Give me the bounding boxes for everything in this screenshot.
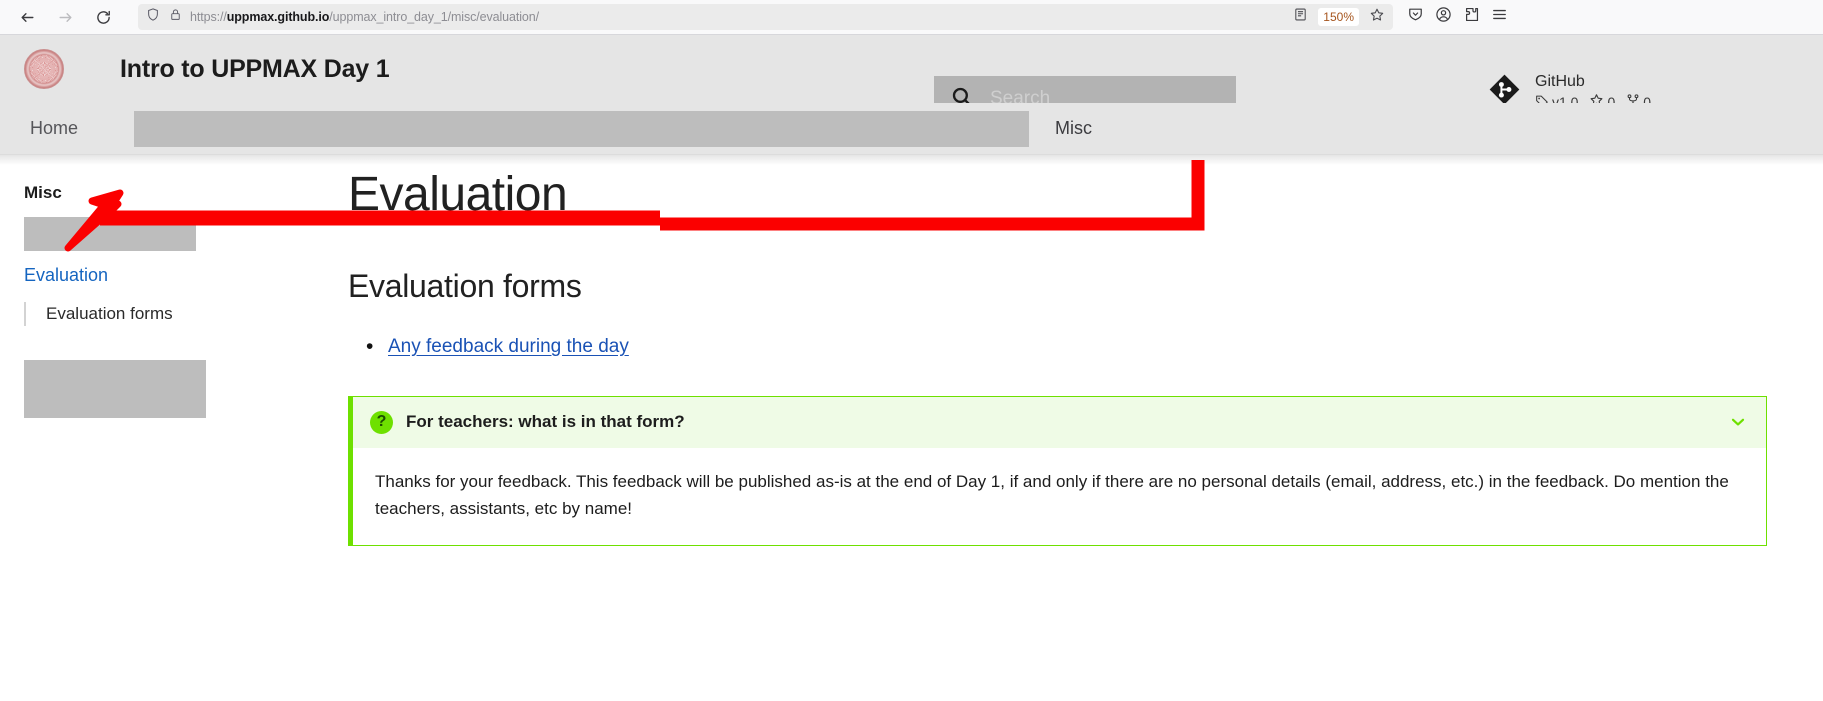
url-host: uppmax.github.io [226,10,330,24]
bookmark-star-icon[interactable] [1369,7,1385,28]
downloads-icon[interactable] [1407,6,1424,28]
evaluation-forms-list: Any feedback during the day [348,333,1783,362]
main-content: Evaluation Evaluation forms Any feedback… [348,155,1823,635]
question-mark-icon: ? [370,410,393,434]
shield-icon[interactable] [146,7,160,27]
reload-button[interactable] [86,2,120,32]
nav-item-misc[interactable]: Misc [1047,118,1100,139]
lock-icon[interactable] [169,7,182,27]
admonition-header[interactable]: ? For teachers: what is in that form? [353,396,1766,448]
repo-name: GitHub [1535,73,1585,90]
site-header: Intro to UPPMAX Day 1 Search GitHub v1.0 [0,35,1823,122]
sidebar-nav: Misc Evaluation Evaluation forms [0,155,348,635]
admonition-body: Thanks for your feedback. This feedback … [375,471,1729,519]
hamburger-menu-icon[interactable] [1491,6,1508,28]
link-any-feedback-during-the-day[interactable]: Any feedback during the day [388,336,629,357]
url-text[interactable]: https://uppmax.github.io/uppmax_intro_da… [190,10,539,24]
forward-button[interactable] [48,2,82,32]
site-nav: Home Misc [0,103,1823,155]
extensions-icon[interactable] [1463,6,1480,28]
content-heading-1: Evaluation [348,168,568,221]
browser-toolbar-right [1403,6,1508,28]
browser-chrome: https://uppmax.github.io/uppmax_intro_da… [0,0,1823,35]
admonition-title: For teachers: what is in that form? [406,412,685,431]
nav-item-home[interactable]: Home [22,118,86,139]
account-icon[interactable] [1435,6,1452,28]
sidebar-redacted-block-bottom [24,359,206,418]
url-bar-right-icons: 150% [1293,7,1385,28]
url-bar[interactable]: https://uppmax.github.io/uppmax_intro_da… [138,4,1393,30]
sidebar-item-evaluation-forms[interactable]: Evaluation forms [24,302,324,326]
zoom-level-badge[interactable]: 150% [1318,8,1359,26]
content-heading-2: Evaluation forms [348,268,582,304]
list-item: Any feedback during the day [366,333,1783,362]
browser-nav-buttons [10,2,120,32]
reader-view-icon[interactable] [1293,7,1308,27]
sidebar-section-title: Misc [24,183,62,202]
admonition-for-teachers: ? For teachers: what is in that form? Th… [348,395,1767,546]
sidebar-redacted-block-top [24,217,196,251]
sidebar-item-evaluation[interactable]: Evaluation [24,265,324,286]
chevron-down-icon[interactable] [1728,412,1748,432]
page-title: Intro to UPPMAX Day 1 [120,54,390,83]
nav-redacted-block [134,110,1030,147]
back-button[interactable] [10,2,44,32]
url-bar-icons [146,7,182,27]
uppsala-university-seal-logo[interactable] [24,49,64,89]
url-path: /uppmax_intro_day_1/misc/evaluation/ [329,10,539,24]
page-body: Misc Evaluation Evaluation forms Evaluat… [0,155,1823,635]
